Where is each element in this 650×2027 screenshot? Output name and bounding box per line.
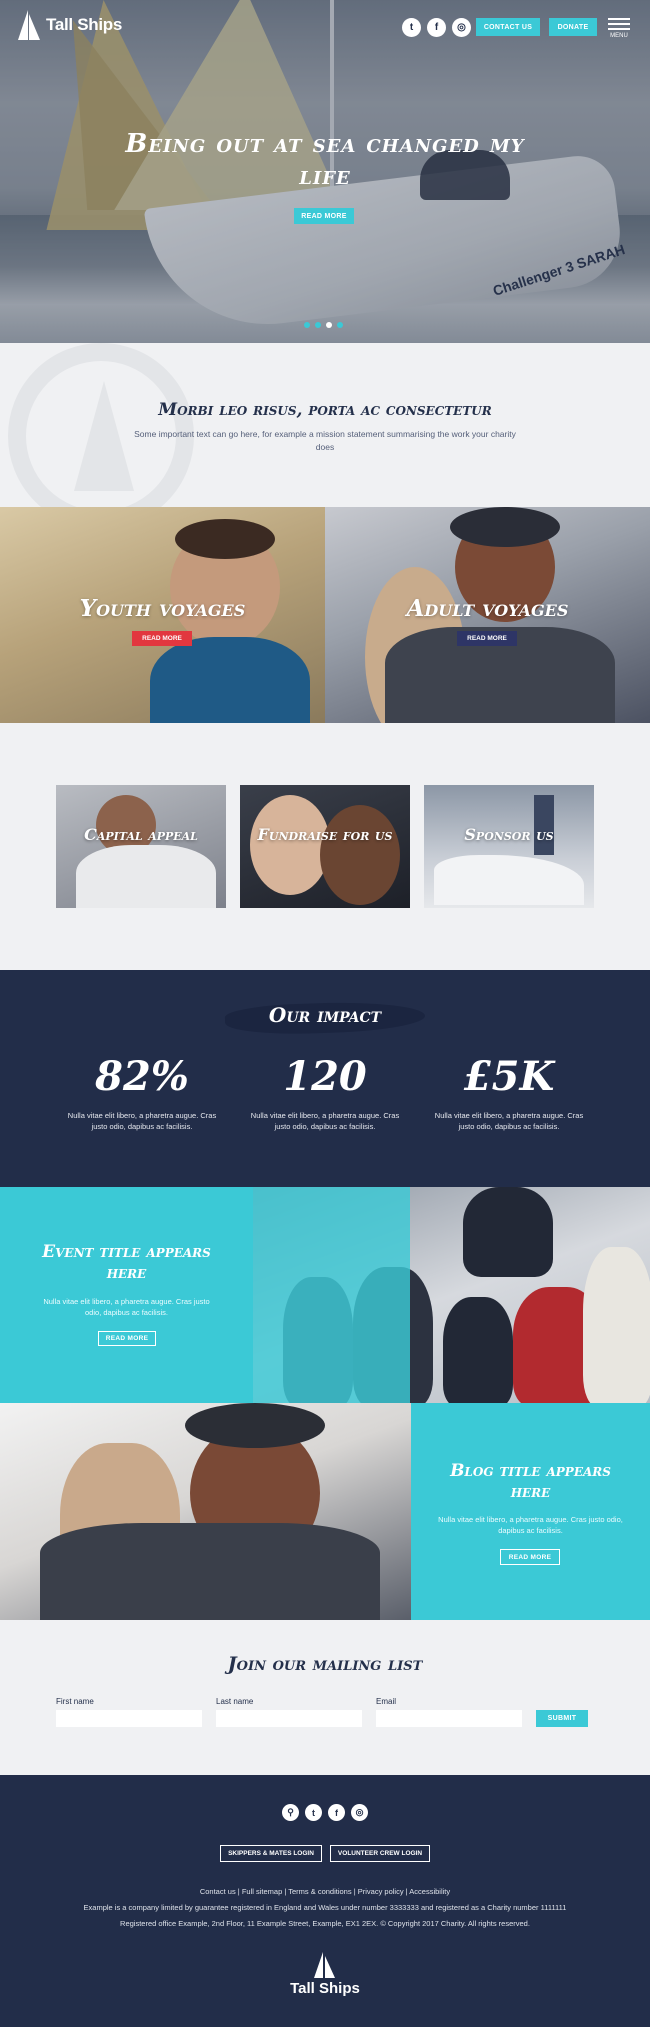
capital-appeal-card[interactable]: Capital appeal [56, 785, 226, 908]
impact-stat: 120 Nulla vitae elit libero, a pharetra … [250, 1052, 400, 1132]
blog-read-more-button[interactable]: READ MORE [500, 1549, 560, 1565]
event-section: Event title appears here Nulla vitae eli… [0, 1187, 650, 1403]
donate-button[interactable]: DONATE [549, 18, 597, 36]
impact-stat: £5K Nulla vitae elit libero, a pharetra … [434, 1052, 584, 1132]
facebook-icon[interactable]: f [328, 1804, 345, 1821]
mission-title: Morbi leo risus, porta ac consectetur [158, 400, 492, 420]
crew-login-button[interactable]: VOLUNTEER CREW LOGIN [330, 1845, 430, 1862]
last-name-field[interactable] [216, 1710, 362, 1727]
footer-link-privacy[interactable]: Privacy policy [358, 1887, 404, 1896]
twitter-icon[interactable]: t [305, 1804, 322, 1821]
contact-us-button[interactable]: CONTACT US [476, 18, 540, 36]
blog-description: Nulla vitae elit libero, a pharetra augu… [438, 1515, 623, 1535]
blog-section: Blog title appears here Nulla vitae elit… [0, 1403, 650, 1620]
fundraise-title: Fundraise for us [257, 825, 393, 844]
stat-value: 82% [95, 1053, 189, 1100]
menu-label: MENU [610, 33, 628, 39]
hamburger-icon [608, 18, 630, 20]
footer-social-links: ⚲ t f ◎ [282, 1804, 368, 1821]
blog-photo [0, 1403, 411, 1620]
impact-section: Our impact 82% Nulla vitae elit libero, … [0, 970, 650, 1187]
watermark-logo-icon [8, 343, 194, 507]
last-name-label: Last name [216, 1697, 254, 1706]
hero-banner: Challenger 3 SARAH Tall Ships t f ◎ CONT… [0, 0, 650, 343]
fundraise-card[interactable]: Fundraise for us [240, 785, 410, 908]
carousel-dot[interactable] [337, 322, 343, 328]
first-name-field[interactable] [56, 1710, 202, 1727]
stat-value: £5K [463, 1053, 555, 1100]
impact-title: Our impact [268, 1003, 382, 1027]
twitter-icon[interactable]: t [402, 18, 421, 37]
stat-value: 120 [283, 1053, 367, 1100]
carousel-dots [304, 322, 343, 328]
blog-panel [411, 1403, 650, 1620]
skippers-login-button[interactable]: SKIPPERS & MATES LOGIN [220, 1845, 322, 1862]
youth-read-more-button[interactable]: READ MORE [132, 631, 192, 646]
email-label: Email [376, 1697, 397, 1706]
site-footer: ⚲ t f ◎ SKIPPERS & MATES LOGIN VOLUNTEER… [0, 1775, 650, 2027]
feature-cards-section: Capital appeal Fundraise for us Sponsor … [0, 723, 650, 970]
impact-stat: 82% Nulla vitae elit libero, a pharetra … [67, 1052, 217, 1132]
mailing-title: Join our mailing list [227, 1653, 423, 1675]
adult-read-more-button[interactable]: READ MORE [457, 631, 517, 646]
footer-link-contact[interactable]: Contact us [200, 1887, 236, 1896]
site-logo[interactable]: Tall Ships [16, 10, 122, 40]
stat-description: Nulla vitae elit libero, a pharetra augu… [434, 1111, 584, 1131]
event-description: Nulla vitae elit libero, a pharetra augu… [43, 1297, 210, 1317]
facebook-icon[interactable]: f [427, 18, 446, 37]
mission-section: Morbi leo risus, porta ac consectetur So… [0, 343, 650, 507]
carousel-dot-active[interactable] [326, 322, 332, 328]
event-read-more-button[interactable]: READ MORE [98, 1331, 156, 1346]
event-title: Event title appears here [42, 1242, 211, 1283]
footer-link-accessibility[interactable]: Accessibility [409, 1887, 450, 1896]
search-icon[interactable]: ⚲ [282, 1804, 299, 1821]
carousel-dot[interactable] [315, 322, 321, 328]
footer-link-sitemap[interactable]: Full sitemap [242, 1887, 282, 1896]
event-photo-tint [253, 1187, 410, 1403]
company-registration: Example is a company limited by guarante… [83, 1903, 567, 1912]
registered-address: Registered office Example, 2nd Floor, 11… [120, 1919, 530, 1928]
submit-button[interactable]: SUBMIT [536, 1710, 588, 1727]
sailor-photo [150, 637, 310, 723]
sponsor-title: Sponsor us [464, 825, 554, 844]
mailing-list-section: Join our mailing list First name Last na… [0, 1620, 650, 1775]
adult-voyages-tile[interactable]: Adult voyages READ MORE [325, 507, 650, 723]
event-panel [0, 1187, 253, 1403]
capital-appeal-title: Capital appeal [84, 825, 198, 844]
mission-text: Some important text can go here, for exa… [134, 429, 516, 452]
sponsor-card[interactable]: Sponsor us [424, 785, 594, 908]
first-name-label: First name [56, 1697, 94, 1706]
logo-text: Tall Ships [46, 15, 123, 34]
instagram-icon[interactable]: ◎ [351, 1804, 368, 1821]
footer-links: Contact us | Full sitemap | Terms & cond… [199, 1887, 451, 1896]
stat-description: Nulla vitae elit libero, a pharetra augu… [250, 1111, 400, 1131]
blog-title: Blog title appears here [450, 1461, 611, 1502]
youth-voyages-tile[interactable]: Youth voyages READ MORE [0, 507, 325, 723]
sailor-photo [450, 507, 560, 547]
footer-link-terms[interactable]: Terms & conditions [288, 1887, 351, 1896]
sail-logo-icon [16, 10, 42, 40]
menu-button[interactable]: MENU [608, 18, 630, 39]
adult-voyages-title: Adult voyages [406, 595, 569, 622]
footer-logo[interactable]: Tall Ships [290, 1952, 360, 1997]
hero-title: Being out at sea changed my life [125, 129, 525, 191]
sailor-photo [175, 519, 275, 559]
instagram-icon[interactable]: ◎ [452, 18, 471, 37]
hero-read-more-button[interactable]: READ MORE [294, 208, 354, 224]
header-social-links: t f ◎ [402, 18, 471, 37]
carousel-dot[interactable] [304, 322, 310, 328]
email-field[interactable] [376, 1710, 522, 1727]
footer-logo-text: Tall Ships [290, 1980, 360, 1997]
sail-logo-icon [312, 1952, 338, 1978]
youth-voyages-title: Youth voyages [79, 595, 246, 622]
stat-description: Nulla vitae elit libero, a pharetra augu… [67, 1111, 217, 1131]
